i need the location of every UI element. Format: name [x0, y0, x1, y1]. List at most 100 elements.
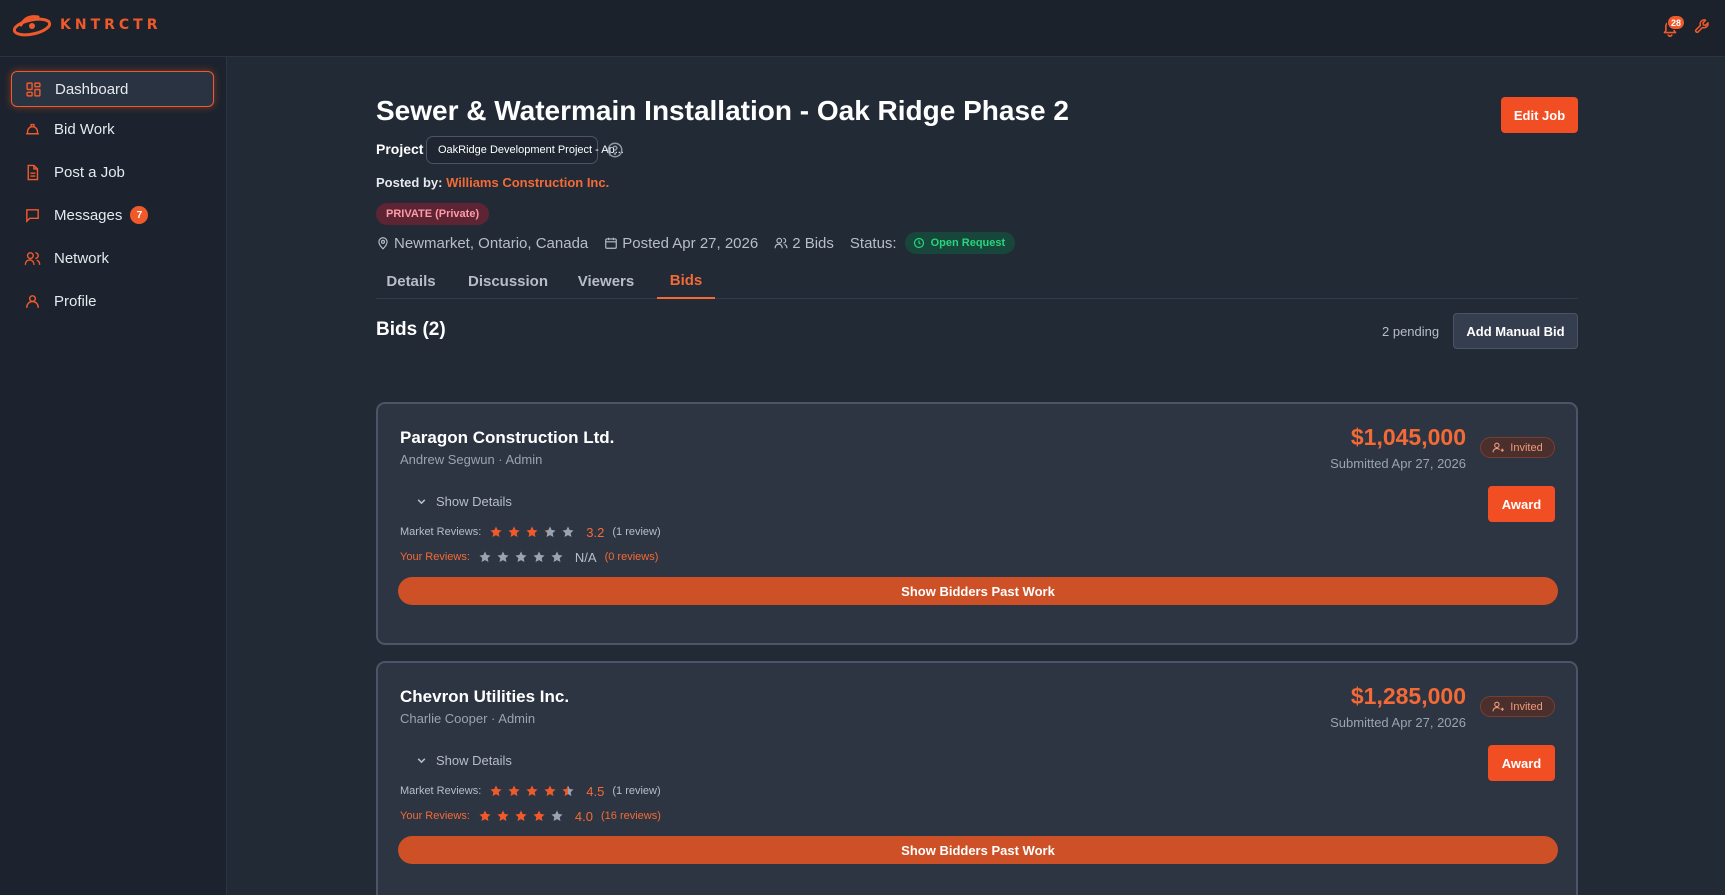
bidder-contact: Charlie Cooper · Admin	[400, 711, 536, 726]
review-count: (1 review)	[612, 526, 661, 538]
tab-details[interactable]: Details	[376, 263, 446, 299]
star-icon	[508, 526, 520, 538]
sidebar-item-profile[interactable]: Profile	[11, 283, 214, 319]
bids-heading: Bids (2)	[376, 319, 446, 340]
chevron-down-icon	[417, 758, 426, 764]
project-select[interactable]: OakRidge Development Project - Ap...	[426, 136, 624, 164]
tab-viewers[interactable]: Viewers	[570, 263, 642, 299]
sidebar-item-label: Dashboard	[55, 80, 129, 98]
posted-by-label: Posted by:	[376, 175, 443, 190]
award-button[interactable]: Award	[1488, 745, 1555, 781]
invited-badge: Invited	[1480, 437, 1555, 458]
rating-score: 4.0	[574, 808, 593, 824]
sidebar-item-bid-work[interactable]: Bid Work	[11, 111, 214, 147]
star-icon	[544, 526, 556, 538]
market-reviews-label: Market Reviews:	[400, 526, 482, 538]
bid-submitted-date: Submitted Apr 27, 2026	[1330, 456, 1466, 471]
sidebar-item-messages[interactable]: Messages 7	[11, 197, 214, 233]
user-icon	[26, 294, 39, 308]
star-icon	[562, 526, 574, 538]
star-icon	[562, 785, 574, 797]
bidder-company[interactable]: Paragon Construction Ltd.	[400, 428, 614, 448]
star-icon	[551, 810, 563, 822]
your-reviews: Your Reviews: N/A (0 reviews)	[400, 549, 658, 565]
logo-text: KNTRCTR	[60, 17, 162, 33]
sidebar-item-post-a-job[interactable]: Post a Job	[11, 154, 214, 190]
market-reviews-label: Market Reviews:	[400, 785, 482, 797]
logo-icon	[12, 15, 52, 37]
posted-date: Posted Apr 27, 2026	[604, 235, 758, 252]
sidebar-item-label: Bid Work	[54, 120, 115, 138]
star-icon	[479, 810, 491, 822]
star-icon	[533, 551, 545, 563]
add-manual-bid-button[interactable]: Add Manual Bid	[1453, 313, 1578, 349]
map-pin-icon	[378, 237, 388, 250]
job-meta: Newmarket, Ontario, Canada Posted Apr 27…	[376, 232, 1016, 254]
bid-count: 2 Bids	[774, 235, 834, 252]
edit-job-button[interactable]: Edit Job	[1501, 97, 1578, 133]
status-badge: Open Request	[904, 232, 1016, 254]
sidebar-item-network[interactable]: Network	[11, 240, 214, 276]
star-icon	[544, 785, 556, 797]
show-past-work-button[interactable]: Show Bidders Past Work	[398, 836, 1558, 864]
rating-score: 3.2	[586, 524, 605, 540]
tab-bar: Details Discussion Viewers Bids	[376, 263, 1578, 299]
show-past-work-button[interactable]: Show Bidders Past Work	[398, 577, 1558, 605]
location: Newmarket, Ontario, Canada	[376, 235, 588, 252]
clock-icon	[913, 237, 924, 249]
bidder-company[interactable]: Chevron Utilities Inc.	[400, 687, 569, 707]
invited-badge: Invited	[1480, 696, 1555, 717]
star-icon	[497, 810, 509, 822]
dashboard-icon	[26, 81, 41, 97]
notification-badge: 28	[1667, 15, 1686, 30]
sidebar-item-dashboard[interactable]: Dashboard	[11, 71, 214, 107]
star-icon	[526, 785, 538, 797]
privacy-badge: PRIVATE (Private)	[376, 203, 490, 225]
star-icon	[515, 551, 527, 563]
help-icon[interactable]	[606, 141, 624, 159]
star-icon	[526, 526, 538, 538]
posted-by-company-link[interactable]: Williams Construction Inc.	[446, 175, 609, 190]
rating-score: 4.5	[586, 783, 605, 799]
show-details-toggle[interactable]: Show Details	[416, 494, 512, 509]
star-icon	[497, 551, 509, 563]
user-plus-icon	[1492, 701, 1505, 712]
bid-card: Chevron Utilities Inc. Charlie Cooper · …	[376, 661, 1578, 895]
project-label: Project	[376, 141, 424, 157]
rating-score: N/A	[574, 549, 597, 565]
sidebar-item-label: Network	[54, 249, 110, 267]
logo[interactable]: KNTRCTR	[12, 12, 162, 38]
user-plus-icon	[1492, 442, 1505, 453]
star-icon	[551, 551, 563, 563]
main-content: Sewer & Watermain Installation - Oak Rid…	[228, 57, 1725, 895]
project-select-value: OakRidge Development Project - Ap...	[438, 144, 624, 156]
market-reviews: Market Reviews: 3.2 (1 review)	[400, 524, 661, 540]
star-icon	[479, 551, 491, 563]
sidebar-item-label: Messages	[54, 206, 123, 224]
hardhat-icon	[26, 123, 39, 134]
bidder-contact: Andrew Segwun · Admin	[400, 452, 543, 467]
star-icon	[508, 785, 520, 797]
posted-by: Posted by: Williams Construction Inc.	[376, 175, 609, 190]
star-icon	[490, 785, 502, 797]
sidebar-item-label: Profile	[54, 292, 97, 310]
your-reviews-label: Your Reviews:	[400, 551, 470, 563]
show-details-toggle[interactable]: Show Details	[416, 753, 512, 768]
message-icon	[26, 208, 39, 223]
tab-discussion[interactable]: Discussion	[460, 263, 556, 299]
your-reviews: Your Reviews: 4.0 (16 reviews)	[400, 808, 661, 824]
star-icon	[515, 810, 527, 822]
status-label: Status:	[849, 234, 897, 252]
sidebar-item-label: Post a Job	[54, 163, 125, 181]
page-title: Sewer & Watermain Installation - Oak Rid…	[376, 95, 1069, 126]
chevron-down-icon	[417, 499, 426, 505]
review-count: (1 review)	[612, 785, 661, 797]
star-rating	[489, 784, 579, 798]
wrench-icon[interactable]	[1693, 17, 1713, 37]
star-rating	[478, 809, 568, 823]
award-button[interactable]: Award	[1488, 486, 1555, 522]
users-icon	[774, 237, 788, 249]
calendar-icon	[605, 237, 618, 249]
document-icon	[27, 164, 39, 180]
tab-bids[interactable]: Bids	[657, 263, 715, 299]
